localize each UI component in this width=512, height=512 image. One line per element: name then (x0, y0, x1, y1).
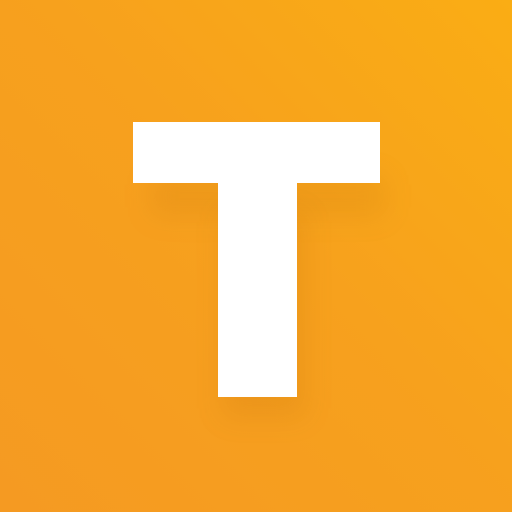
t-letter-logo (133, 122, 380, 397)
t-stem (218, 183, 297, 397)
t-crossbar (133, 122, 380, 183)
app-icon (0, 0, 512, 512)
